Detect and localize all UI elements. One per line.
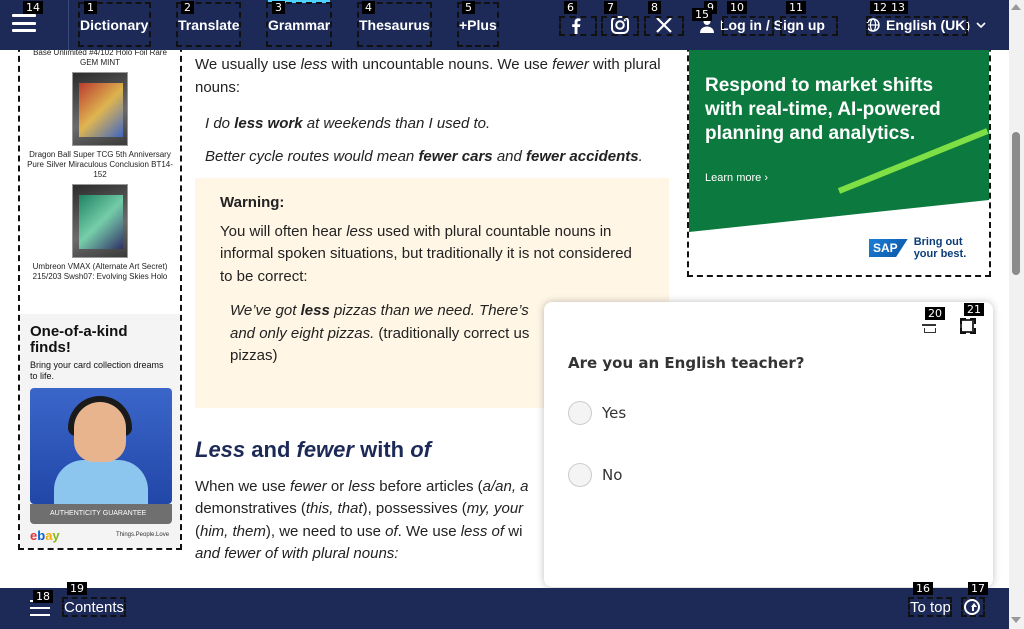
trading-card-image xyxy=(72,184,128,258)
login-signup-link[interactable]: Log in / Sign up xyxy=(700,14,825,36)
ebay-tagline: Things.People.Love xyxy=(116,532,170,538)
globe-icon xyxy=(866,18,880,32)
marker-label: 12 xyxy=(870,1,890,14)
radio-button[interactable] xyxy=(568,463,592,487)
survey-popup: Are you an English teacher? Yes No xyxy=(544,302,993,587)
ebay-photo xyxy=(30,388,172,504)
nav-grammar[interactable]: Grammar xyxy=(268,14,330,36)
marker-label: 17 xyxy=(968,582,988,595)
marker-label: 11 xyxy=(786,1,806,14)
contents-button[interactable]: Contents xyxy=(64,597,124,619)
marker-label: 18 xyxy=(33,590,53,603)
intro-paragraph: We usually use less with uncountable nou… xyxy=(195,56,661,96)
minimize-icon[interactable] xyxy=(922,318,936,333)
radio-button[interactable] xyxy=(568,401,592,425)
scrollbar-track[interactable] xyxy=(1009,0,1024,629)
ebay-subtext: Bring your card collection dreams to lif… xyxy=(30,360,164,381)
nav-dictionary[interactable]: Dictionary xyxy=(80,14,148,36)
ad-caption: Base Unlimited #4/102 Holo Foil Rare GEM… xyxy=(33,48,167,67)
trading-card-image xyxy=(72,72,128,146)
marker-label: 4 xyxy=(362,1,375,14)
ad-caption: Umbreon VMAX (Alternate Art Secret) 215/… xyxy=(32,262,168,281)
ebay-logo: ebay xyxy=(30,528,60,543)
login-label: Log in / Sign up xyxy=(720,17,825,33)
nav-translate[interactable]: Translate xyxy=(178,14,239,36)
marker-label: 2 xyxy=(181,1,194,14)
sap-logo: SAP Bring out your best. xyxy=(869,236,989,260)
marker-label: 19 xyxy=(67,582,87,595)
top-navigation: Dictionary Translate Grammar Thesaurus +… xyxy=(0,0,1009,50)
bottom-toolbar: Contents To top xyxy=(0,588,1009,629)
left-advertisement[interactable]: Base Unlimited #4/102 Holo Foil Rare GEM… xyxy=(18,26,182,550)
nav-thesaurus[interactable]: Thesaurus xyxy=(359,14,430,36)
marker-label: 16 xyxy=(913,582,933,595)
marker-label: 13 xyxy=(888,1,908,14)
marker-label: 1 xyxy=(84,1,97,14)
marker-label: 21 xyxy=(964,303,984,316)
marker-label: 15 xyxy=(692,8,712,21)
marker-label: 8 xyxy=(648,1,661,14)
scroll-up-arrow[interactable] xyxy=(1011,4,1021,10)
example-sentence: Better cycle routes would mean fewer car… xyxy=(205,147,643,165)
marker-label: 7 xyxy=(604,1,617,14)
authenticity-badge: AUTHENTICITY GUARANTEE xyxy=(30,504,172,524)
right-advertisement[interactable]: Respond to market shifts with real-time,… xyxy=(687,26,991,277)
facebook-icon[interactable] xyxy=(565,14,587,36)
language-label: English (UK) xyxy=(886,17,970,33)
ad-learn-more-link[interactable]: Learn more › xyxy=(705,172,768,184)
nav-plus[interactable]: +Plus xyxy=(459,14,497,36)
marker-label: 5 xyxy=(462,1,475,14)
x-icon[interactable] xyxy=(653,14,675,36)
ad-headline: Respond to market shifts with real-time,… xyxy=(705,75,941,144)
marker-label: 14 xyxy=(23,1,43,14)
marker-label: 6 xyxy=(564,1,577,14)
example-sentence: I do less work at weekends than I used t… xyxy=(205,115,491,132)
language-selector[interactable]: English (UK) xyxy=(866,14,986,36)
warning-title: Warning: xyxy=(220,194,285,211)
survey-question: Are you an English teacher? xyxy=(568,354,805,372)
nav-divider xyxy=(68,0,69,50)
instagram-icon[interactable] xyxy=(609,14,631,36)
scrollbar-thumb[interactable] xyxy=(1012,132,1020,275)
marker-label: 10 xyxy=(727,1,747,14)
scroll-down-arrow[interactable] xyxy=(1011,617,1021,623)
survey-option-yes[interactable]: Yes xyxy=(568,401,626,425)
ebay-headline: One-of-a-kind finds! xyxy=(30,323,128,356)
expand-icon[interactable] xyxy=(960,319,974,333)
warning-text: You will often hear less used with plura… xyxy=(220,222,632,285)
menu-icon[interactable] xyxy=(10,12,38,34)
ad-caption: Dragon Ball Super TCG 5th Anniversary Pu… xyxy=(27,150,173,179)
marker-label: 20 xyxy=(925,307,945,320)
chevron-down-icon xyxy=(976,22,986,29)
survey-option-no[interactable]: No xyxy=(568,463,622,487)
to-top-button[interactable]: To top xyxy=(910,597,951,619)
arrow-up-icon[interactable] xyxy=(964,599,980,615)
marker-label: 3 xyxy=(272,1,285,14)
ebay-ad-panel: One-of-a-kind finds! Bring your card col… xyxy=(20,314,180,548)
